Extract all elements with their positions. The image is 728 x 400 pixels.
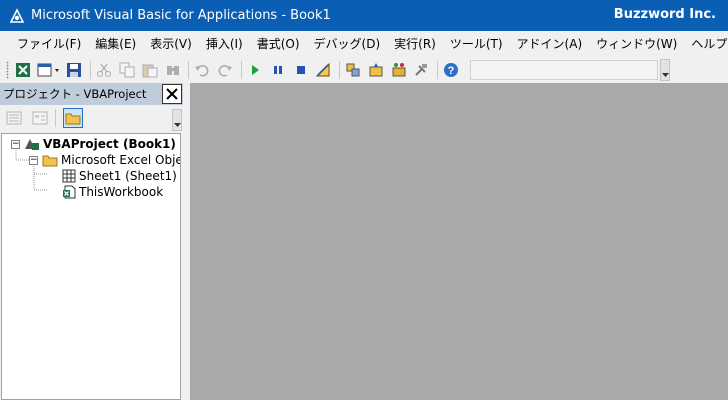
view-object-button[interactable] [30,108,50,128]
menu-addins[interactable]: アドイン(A) [510,34,590,54]
insert-userform-icon [37,63,59,77]
toggle-folders-button[interactable] [63,108,83,128]
object-browser-button[interactable] [389,60,409,80]
tree-item-label: Sheet1 (Sheet1) [79,169,177,183]
title-bar: Microsoft Visual Basic for Applications … [0,0,728,31]
window-title: Microsoft Visual Basic for Applications … [31,8,331,23]
pane-title: プロジェクト - VBAProject [3,87,147,101]
menu-format[interactable]: 書式(O) [250,34,307,54]
view-code-icon [6,111,22,125]
toolbar-separator [241,61,243,79]
help-icon: ? [444,63,459,77]
reset-icon [296,66,305,74]
view-excel-button[interactable] [13,60,33,80]
vba-project-icon [25,139,39,150]
menu-view[interactable]: 表示(V) [143,34,199,54]
copy-button[interactable] [117,60,137,80]
design-mode-button[interactable] [313,60,333,80]
tree-item-sheet1[interactable]: Sheet1 (Sheet1) [62,168,177,184]
menu-file[interactable]: ファイル(F) [10,34,88,54]
save-button[interactable] [64,60,84,80]
folder-icon [42,155,58,166]
menu-run[interactable]: 実行(R) [387,34,443,54]
pane-toolbar [0,105,183,131]
vba-app-icon [9,7,25,23]
object-browser-icon [392,63,406,77]
toolbar-separator [437,61,439,79]
menu-tools[interactable]: ツール(T) [443,34,510,54]
toolbar-separator [55,109,56,127]
properties-button[interactable] [366,60,386,80]
toolbar-separator [339,61,341,79]
cut-icon [97,63,112,77]
menu-insert[interactable]: 挿入(I) [199,34,250,54]
menu-help[interactable]: ヘルプ(H) [684,34,728,54]
design-mode-icon [316,62,330,77]
redo-button[interactable] [215,60,235,80]
pane-toolbar-overflow[interactable] [172,109,182,131]
break-button[interactable] [268,60,288,80]
project-tree: − VBAProject (Book1) − Microsoft Excel O… [1,133,181,400]
cut-button[interactable] [94,60,114,80]
view-code-button[interactable] [4,108,24,128]
toolbox-icon [415,64,428,76]
tree-toggle[interactable]: − [11,139,20,149]
view-excel-icon [15,63,30,77]
toolbar-overflow-button[interactable] [660,59,671,81]
brand-label: Buzzword Inc. [613,7,716,22]
tree-item-excel-objects[interactable]: − Microsoft Excel Objects [29,152,180,168]
undo-button[interactable] [192,60,212,80]
view-object-icon [32,111,48,125]
help-button[interactable]: ? [441,60,461,80]
insert-userform-button[interactable] [36,60,62,80]
menu-bar: ファイル(F) 編集(E) 表示(V) 挿入(I) 書式(O) デバッグ(D) … [0,31,728,57]
project-explorer-pane: プロジェクト - VBAProject − VBAProject (Book1)… [0,83,183,400]
toolbox-button[interactable] [412,60,432,80]
worksheet-icon [62,169,76,183]
cursor-position-field [470,60,659,80]
tree-item-label: Microsoft Excel Objects [61,153,180,167]
pane-header[interactable]: プロジェクト - VBAProject [0,83,183,105]
run-icon [251,65,259,75]
tree-item-vbaproject[interactable]: − VBAProject (Book1) [11,136,176,152]
menu-debug[interactable]: デバッグ(D) [307,34,388,54]
menu-window[interactable]: ウィンドウ(W) [589,34,684,54]
reset-button[interactable] [291,60,311,80]
folder-icon [65,113,81,125]
tree-toggle[interactable]: − [29,155,38,165]
toolbar-grip[interactable] [6,61,9,79]
undo-icon [195,65,209,77]
paste-icon [142,64,158,78]
close-icon [166,88,178,100]
properties-icon [369,63,383,77]
find-button[interactable] [163,60,183,80]
break-icon [273,66,282,74]
workbook-icon [63,185,76,199]
toolbar-separator [90,61,92,79]
chevron-down-icon [173,123,181,127]
code-workspace[interactable] [190,83,728,400]
copy-icon [119,62,135,78]
tree-item-label: VBAProject (Book1) [43,137,176,151]
standard-toolbar: ? [0,57,671,83]
pane-close-button[interactable] [162,84,182,104]
tree-item-thisworkbook[interactable]: ThisWorkbook [62,184,163,200]
paste-button[interactable] [140,60,160,80]
redo-icon [218,65,233,77]
chevron-down-icon [661,73,669,77]
project-explorer-button[interactable] [343,60,363,80]
save-icon [67,63,82,77]
project-explorer-icon [346,63,360,77]
run-button[interactable] [245,60,265,80]
find-icon [166,66,179,75]
tree-item-label: ThisWorkbook [79,185,164,199]
menu-edit[interactable]: 編集(E) [88,34,143,54]
svg-text:?: ? [448,65,455,77]
toolbar-separator [188,61,190,79]
pane-splitter[interactable] [183,83,190,400]
